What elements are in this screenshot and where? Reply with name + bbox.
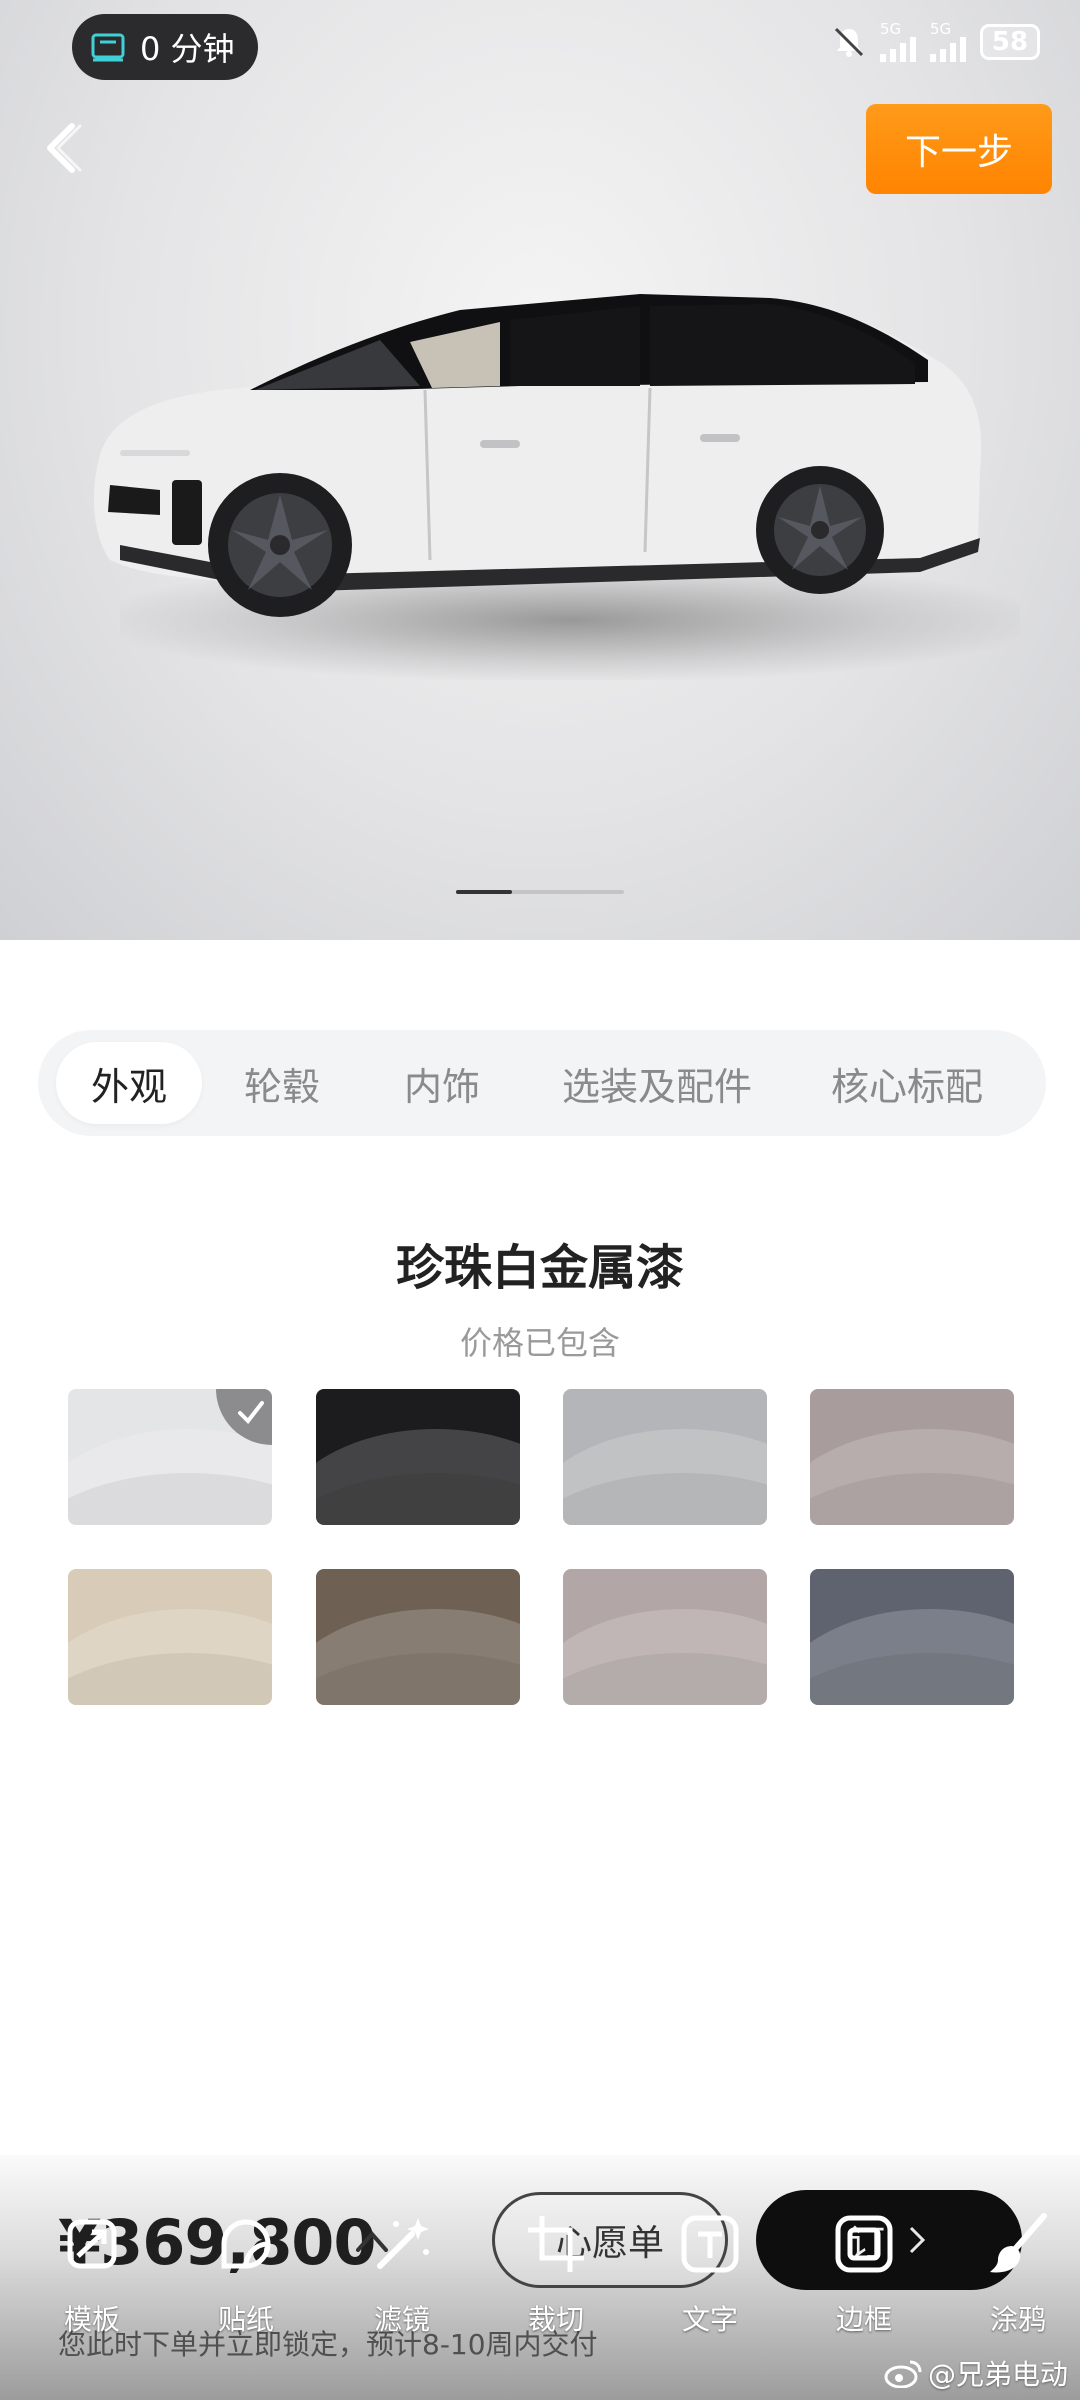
timer-label: 0 分钟 (140, 30, 235, 68)
book-icon (91, 33, 125, 62)
color-swatch-black[interactable] (316, 1389, 520, 1525)
checkmark-icon (238, 1401, 264, 1425)
tool-text[interactable]: 文字 (640, 2208, 780, 2338)
tool-crop-label: 裁切 (527, 2303, 584, 2336)
selected-color-name: 珍珠白金属漆 (395, 1240, 684, 1296)
car-hero-image: 0 分钟 5G 5G 58 下一步 (0, 0, 1080, 940)
watermark-text: @兄弟电动 (927, 2358, 1068, 2391)
tool-frame[interactable]: 边框 (794, 2208, 934, 2338)
tool-doodle[interactable]: 涂鸦 (948, 2208, 1080, 2338)
color-swatch-mauve[interactable] (810, 1389, 1014, 1525)
tab-wheels[interactable]: 轮毂 (202, 1042, 362, 1124)
template-icon (67, 2219, 117, 2269)
color-swatch-rose-grey[interactable] (563, 1569, 767, 1705)
tool-frame-label: 边框 (835, 2303, 892, 2336)
battery-indicator: 58 (980, 24, 1040, 60)
color-swatch-pearl-white[interactable] (68, 1389, 272, 1525)
battery-level: 58 (991, 27, 1029, 57)
tab-interior[interactable]: 内饰 (362, 1042, 522, 1124)
next-step-button[interactable]: 下一步 (866, 104, 1052, 194)
color-swatch-slate-blue[interactable] (810, 1569, 1014, 1705)
frame-icon (835, 2215, 893, 2273)
mute-bell-icon (834, 27, 864, 57)
tool-template-label: 模板 (63, 2303, 120, 2336)
weibo-logo-icon (884, 2360, 922, 2388)
car-image (94, 294, 982, 617)
color-swatch-bronze[interactable] (316, 1569, 520, 1705)
network-type-1: 5G (880, 20, 902, 38)
signal-bars-icon (930, 36, 966, 62)
selected-check-badge (216, 1389, 272, 1445)
tool-filter[interactable]: 滤镜 (332, 2208, 472, 2338)
tool-text-label: 文字 (681, 2303, 738, 2336)
carousel-active-segment (456, 890, 512, 894)
sticker-icon (221, 2219, 271, 2269)
signal-2: 5G (930, 22, 966, 62)
status-icons: 5G 5G 58 (832, 22, 1040, 62)
network-type-2: 5G (930, 20, 952, 38)
signal-1: 5G (880, 22, 916, 62)
tab-core-features[interactable]: 核心标配 (792, 1042, 1022, 1124)
weibo-watermark: @兄弟电动 (884, 2353, 1068, 2393)
tab-exterior[interactable]: 外观 (56, 1042, 202, 1124)
color-swatch-silver[interactable] (563, 1389, 767, 1525)
tool-crop[interactable]: 裁切 (486, 2208, 626, 2338)
tool-doodle-label: 涂鸦 (989, 2303, 1046, 2336)
tool-sticker[interactable]: 贴纸 (176, 2208, 316, 2338)
filter-icon (377, 2218, 429, 2269)
tool-sticker-label: 贴纸 (217, 2303, 274, 2336)
tool-filter-label: 滤镜 (373, 2303, 430, 2336)
tab-options-accessories[interactable]: 选装及配件 (522, 1042, 792, 1124)
reading-timer-pill: 0 分钟 (72, 14, 258, 80)
color-swatch-champagne[interactable] (68, 1569, 272, 1705)
crop-icon (528, 2216, 584, 2272)
brush-icon (990, 2213, 1047, 2273)
carousel-indicator (456, 890, 624, 894)
signal-bars-icon (880, 36, 916, 62)
text-icon (681, 2215, 739, 2273)
config-tabs: 外观 轮毂 内饰 选装及配件 核心标配 (38, 1030, 1046, 1136)
tool-template[interactable]: 模板 (22, 2208, 162, 2338)
back-arrow-icon[interactable] (34, 118, 94, 178)
price-included-note: 价格已包含 (459, 1324, 620, 1362)
